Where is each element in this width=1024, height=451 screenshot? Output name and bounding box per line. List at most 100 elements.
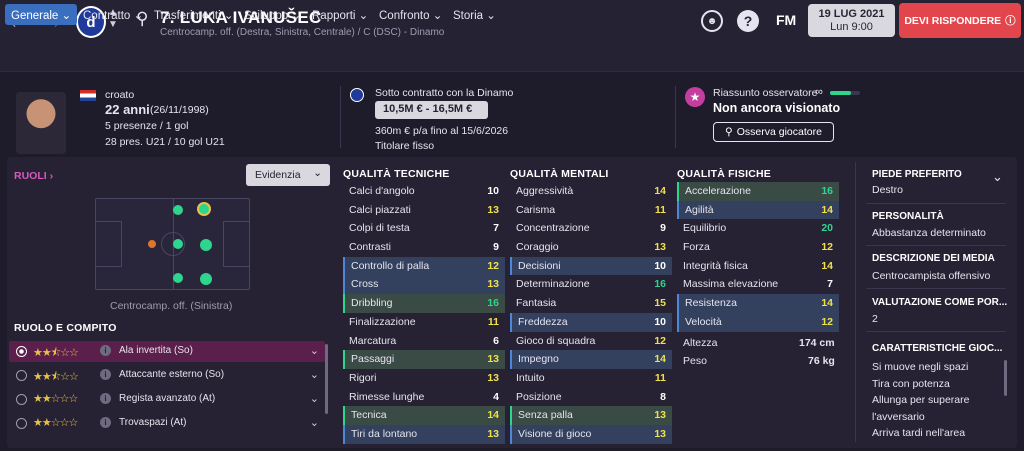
attribute-row[interactable]: Concentrazione 9 [510,219,672,238]
attribute-row[interactable]: Passaggi 13 [343,350,505,369]
attribute-row[interactable]: Gioco di squadra 12 [510,332,672,351]
date-button[interactable]: 19 LUG 2021 Lun 9:00 [808,4,895,37]
attribute-name: Rimesse lunghe [349,390,425,403]
attribute-row[interactable]: Freddezza 10 [510,312,672,332]
attribute-row[interactable]: Impegno 14 [510,350,672,369]
info-icon[interactable]: i [100,345,111,356]
respond-label: DEVI RISPONDERE [904,14,1002,27]
traits-scrollbar[interactable] [1004,360,1007,396]
highlight-dropdown[interactable]: Evidenzia ⌄ [246,164,330,186]
role-radio[interactable] [16,346,27,357]
attribute-value: 10 [487,185,499,197]
role-radio[interactable] [16,370,27,381]
attribute-row[interactable]: Dribbling 16 [343,294,505,313]
role-row[interactable]: ★★⯪☆☆ i Attaccante esterno (So) ⌄ [9,365,325,386]
attribute-row[interactable]: Velocità 12 [677,312,839,332]
role-row[interactable]: ★★☆☆☆ i Regista avanzato (At) ⌄ [9,389,325,410]
attribute-name: Intuito [516,371,545,384]
media-value: Centrocampista offensivo [872,270,991,282]
roles-scrollbar[interactable] [325,344,328,414]
attribute-value: 14 [821,203,833,216]
tab-label: Trasferimenti [154,10,221,22]
info-icon[interactable]: i [100,417,111,428]
attribute-row[interactable]: Calci d'angolo 10 [343,182,505,201]
chevron-down-icon[interactable]: ⌄ [310,416,319,429]
role-stars-icon: ★★⯪☆☆ [33,371,79,383]
tab-confronto[interactable]: Confronto ⌄ [373,4,448,25]
attribute-row[interactable]: Intuito 11 [510,369,672,388]
fm-menu-button[interactable]: FM [776,12,796,28]
info-icon: ⓘ [1005,15,1016,27]
tab-rapporti[interactable]: Rapporti ⌄ [306,4,374,25]
divider [866,203,1006,204]
highlight-label: Evidenzia [255,169,301,181]
attribute-row[interactable]: Visione di gioco 13 [510,424,672,444]
attribute-row[interactable]: Rimesse lunghe 4 [343,388,505,407]
team-icon[interactable]: ☻ [701,10,723,32]
attribute-row[interactable]: Tiri da lontano 13 [343,424,505,444]
help-icon[interactable]: ? [737,10,759,32]
attribute-name: Calci d'angolo [349,185,415,197]
attribute-row[interactable]: Calci piazzati 13 [343,201,505,220]
tab-trasferimenti[interactable]: Trasferimenti ⌄ [148,4,240,25]
attribute-row[interactable]: Massima elevazione 7 [677,275,839,294]
role-radio[interactable] [16,418,27,429]
attribute-value: 12 [821,241,833,254]
position-amr [200,273,212,285]
attribute-row[interactable]: Agilità 14 [677,200,839,220]
attribute-name: Coraggio [516,241,559,254]
attribute-row[interactable]: Forza 12 [677,238,839,257]
attribute-value: 9 [493,241,499,254]
attribute-row[interactable]: Accelerazione 16 [677,182,839,201]
attribute-row[interactable]: Determinazione 16 [510,275,672,294]
height-label: Altezza [683,337,718,349]
chevron-down-icon[interactable]: ⌄ [310,368,319,381]
role-row[interactable]: ★★⯪☆☆ i Ala invertita (So) ⌄ [9,341,325,362]
attribute-row[interactable]: Cross 13 [343,275,505,295]
respond-button[interactable]: DEVI RISPONDERE ⓘ [899,3,1021,38]
attribute-row[interactable]: Rigori 13 [343,369,505,388]
physical-list: Accelerazione 16 Agilità 14 Equilibrio 20 Forz… [677,182,839,332]
attribute-row[interactable]: Finalizzazione 11 [343,313,505,332]
attribute-name: Integrità fisica [683,259,748,272]
tab-storia[interactable]: Storia ⌄ [447,4,502,25]
tab-generale[interactable]: Generale ⌄ [5,4,78,25]
attribute-row[interactable]: Coraggio 13 [510,238,672,257]
chevron-down-icon[interactable]: ⌄ [310,344,319,357]
tab-label: Sviluppo [244,10,289,22]
attribute-row[interactable]: Equilibrio 20 [677,219,839,238]
attribute-row[interactable]: Fantasia 15 [510,294,672,313]
attribute-value: 13 [487,371,499,384]
attribute-row[interactable]: Resistenza 14 [677,294,839,313]
attribute-row[interactable]: Aggressività 14 [510,182,672,201]
attribute-value: 14 [654,353,666,366]
technical-title: QUALITÀ TECNICHE [343,168,450,180]
roles-link[interactable]: RUOLI › [14,170,53,182]
search-icon: ⚲ [725,126,733,138]
tab-sviluppo[interactable]: Sviluppo ⌄ [238,4,307,25]
attribute-row[interactable]: Contrasti 9 [343,238,505,257]
chevron-down-icon[interactable]: ⌄ [310,392,319,405]
attribute-row[interactable]: Marcatura 6 [343,332,505,351]
tab-contratto[interactable]: Contratto ⌄ [77,4,149,25]
attribute-row[interactable]: Senza palla 13 [510,406,672,425]
chevron-down-icon[interactable]: ⌄ [992,169,1003,185]
attribute-name: Tecnica [351,409,387,422]
attribute-row[interactable]: Colpi di testa 7 [343,219,505,238]
divider [866,331,1006,332]
attribute-row[interactable]: Controllo di palla 12 [343,256,505,276]
attribute-row[interactable]: Decisioni 10 [510,256,672,276]
attribute-row[interactable]: Carisma 11 [510,201,672,220]
attribute-value: 12 [821,315,833,328]
physical-title: QUALITÀ FISICHE [677,168,771,180]
role-radio[interactable] [16,394,27,405]
info-icon[interactable]: i [100,393,111,404]
info-icon[interactable]: i [100,369,111,380]
height-value: 174 cm [799,337,835,349]
u21-appearances: 28 pres. U21 / 10 gol U21 [105,136,225,148]
attribute-row[interactable]: Posizione 8 [510,388,672,407]
scout-player-button[interactable]: ⚲ Osserva giocatore [713,122,834,142]
role-row[interactable]: ★★☆☆☆ i Trovaspazi (At) ⌄ [9,413,325,434]
attribute-row[interactable]: Tecnica 14 [343,406,505,425]
attribute-row[interactable]: Integrità fisica 14 [677,257,839,276]
